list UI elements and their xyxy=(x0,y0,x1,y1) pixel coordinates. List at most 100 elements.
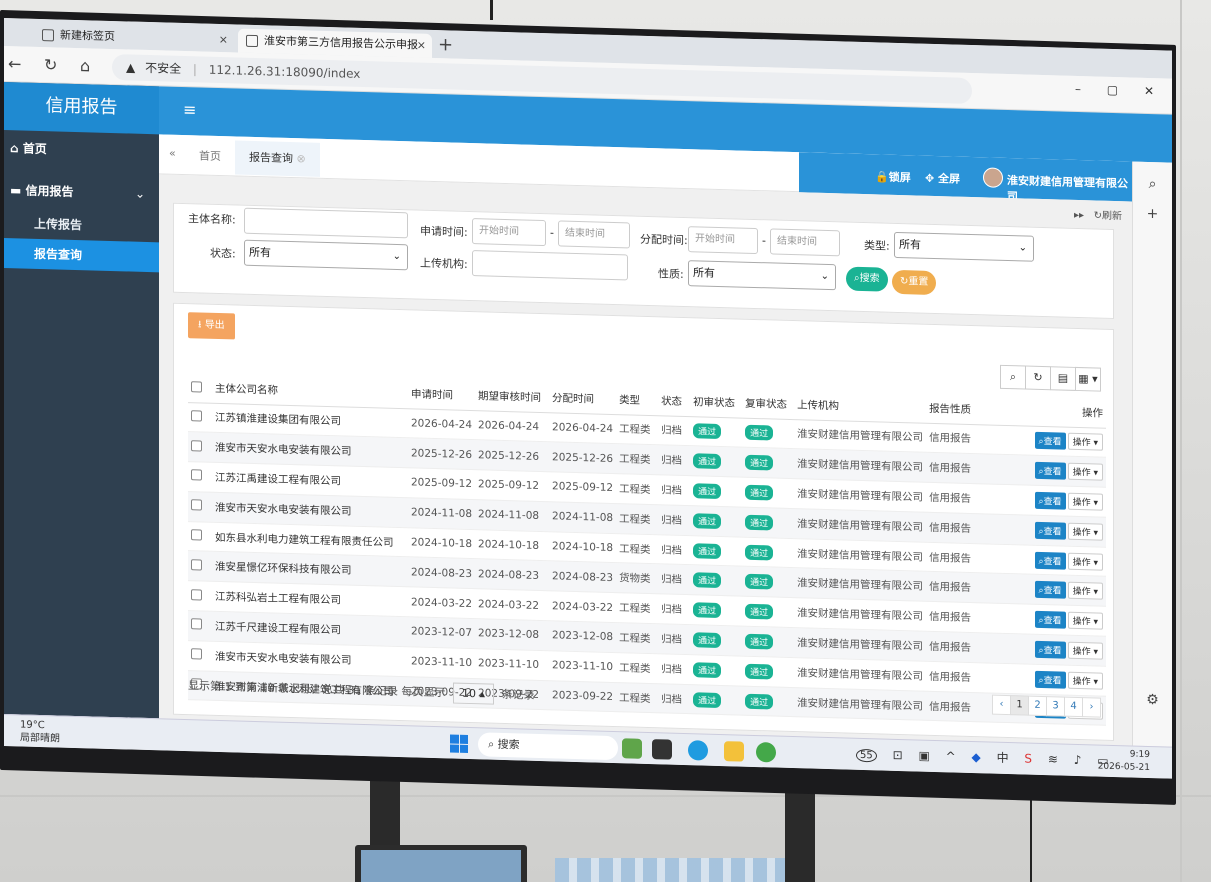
view-button[interactable]: ⌕查看 xyxy=(1034,581,1066,600)
sogou-icon[interactable]: S xyxy=(1024,752,1032,766)
file-explorer-icon[interactable] xyxy=(724,741,744,762)
status-select[interactable]: 所有 ⌄ xyxy=(244,239,408,271)
reset-button[interactable]: ↻重置 xyxy=(892,269,937,296)
edge-icon[interactable] xyxy=(688,740,708,761)
page-2[interactable]: 2 xyxy=(1028,695,1047,717)
operation-dropdown[interactable]: 操作 ▾ xyxy=(1067,582,1103,601)
close-icon[interactable]: × xyxy=(417,34,426,58)
apply-end-input[interactable]: 结束时间 xyxy=(558,220,630,249)
row-checkbox[interactable] xyxy=(191,499,202,511)
assign-start-input[interactable]: 开始时间 xyxy=(688,226,758,255)
col-report-nature[interactable]: 报告性质 xyxy=(926,394,997,425)
new-tab-icon[interactable]: + xyxy=(438,34,453,56)
start-icon[interactable] xyxy=(450,734,468,753)
nature-select[interactable]: 所有 ⌄ xyxy=(688,260,836,291)
row-checkbox[interactable] xyxy=(191,559,202,571)
reload-icon[interactable]: ↻ xyxy=(44,55,57,74)
type-select[interactable]: 所有 ⌄ xyxy=(894,231,1034,262)
col-second-review[interactable]: 复审状态 xyxy=(742,389,795,420)
row-checkbox[interactable] xyxy=(191,588,202,601)
volume-icon[interactable]: ♪ xyxy=(1074,753,1082,767)
page-next[interactable]: › xyxy=(1082,697,1101,718)
maximize-icon[interactable]: ▢ xyxy=(1107,83,1118,97)
taskbar-search[interactable]: ⌕ 搜索 xyxy=(478,732,618,761)
menu-toggle-icon[interactable]: ≡ xyxy=(183,100,196,119)
tabs-back-icon[interactable]: « xyxy=(169,147,176,160)
col-expected-time[interactable]: 期望审核时间 xyxy=(475,382,550,413)
operation-dropdown[interactable]: 操作 ▾ xyxy=(1067,552,1103,571)
task-view-icon[interactable] xyxy=(652,739,672,760)
close-icon[interactable]: ⊗ xyxy=(297,152,306,165)
settings-icon[interactable]: ⚙ xyxy=(1133,692,1172,709)
operation-dropdown[interactable]: 操作 ▾ xyxy=(1067,641,1103,660)
apply-start-input[interactable]: 开始时间 xyxy=(472,218,546,247)
snip-icon[interactable]: ⊡ xyxy=(893,748,903,762)
operation-dropdown[interactable]: 操作 ▾ xyxy=(1067,492,1103,511)
row-checkbox[interactable] xyxy=(191,529,202,541)
export-button[interactable]: ⭳ 导出 xyxy=(188,312,235,340)
view-button[interactable]: ⌕查看 xyxy=(1034,461,1066,480)
operation-dropdown[interactable]: 操作 ▾ xyxy=(1067,611,1103,630)
add-icon[interactable]: + xyxy=(1133,206,1172,223)
home-icon[interactable]: ⌂ xyxy=(80,56,90,75)
col-apply-time[interactable]: 申请时间 xyxy=(408,380,476,411)
shield-icon[interactable]: ◆ xyxy=(972,750,981,764)
close-icon[interactable]: × xyxy=(219,28,228,52)
sidebar-item-upload-report[interactable]: 上传报告 xyxy=(4,208,159,242)
lock-button[interactable]: 🔒锁屏 xyxy=(875,168,911,185)
row-checkbox[interactable] xyxy=(191,469,202,482)
fullscreen-button[interactable]: ✥ 全屏 xyxy=(925,170,960,187)
refresh-button[interactable]: ▸▸ ↻刷新 xyxy=(1074,206,1122,222)
wifi-icon[interactable]: ≋ xyxy=(1048,752,1058,766)
row-checkbox[interactable] xyxy=(191,410,202,422)
app-icon[interactable]: ▣ xyxy=(918,749,929,763)
grid-icon[interactable]: ▦ ▾ xyxy=(1075,366,1101,392)
assign-end-input[interactable]: 结束时间 xyxy=(770,228,840,257)
page-prev[interactable]: ‹ xyxy=(992,694,1011,716)
page-1[interactable]: 1 xyxy=(1010,695,1029,716)
search-icon[interactable]: ⌕ xyxy=(1133,176,1172,193)
upload-org-input[interactable] xyxy=(472,250,628,281)
weather-widget[interactable]: 19°C 局部晴朗 xyxy=(20,718,60,745)
back-icon[interactable]: ← xyxy=(8,54,21,73)
minimize-icon[interactable]: – xyxy=(1075,82,1081,96)
view-button[interactable]: ⌕查看 xyxy=(1034,432,1066,451)
refresh-icon[interactable]: ↻ xyxy=(1025,365,1051,391)
search-button[interactable]: ⌕搜索 xyxy=(846,266,888,292)
page-size-select[interactable]: 10 ▴ xyxy=(452,682,494,705)
chevron-up-icon[interactable]: ^ xyxy=(946,749,956,763)
ime-icon[interactable]: 中 xyxy=(997,751,1009,765)
col-upload-org[interactable]: 上传机构 xyxy=(794,391,927,423)
operation-dropdown[interactable]: 操作 ▾ xyxy=(1067,433,1103,452)
page-3[interactable]: 3 xyxy=(1046,696,1065,717)
row-checkbox[interactable] xyxy=(191,618,202,630)
notification-badge[interactable]: 55 xyxy=(856,748,877,763)
columns-icon[interactable]: ▤ xyxy=(1050,366,1076,391)
row-checkbox[interactable] xyxy=(191,439,202,452)
col-first-review[interactable]: 初审状态 xyxy=(690,388,743,418)
row-checkbox[interactable] xyxy=(191,648,202,660)
clock[interactable]: 9:19 2026-05-21 xyxy=(1098,748,1150,775)
view-button[interactable]: ⌕查看 xyxy=(1034,610,1066,629)
operation-dropdown[interactable]: 操作 ▾ xyxy=(1067,522,1103,541)
avatar[interactable] xyxy=(983,167,1003,188)
tab-report-query[interactable]: 报告查询 ⊗ xyxy=(235,140,320,177)
close-window-icon[interactable]: ✕ xyxy=(1144,84,1154,98)
view-button[interactable]: ⌕查看 xyxy=(1034,491,1066,510)
col-assign-time[interactable]: 分配时间 xyxy=(549,384,617,415)
operation-dropdown[interactable]: 操作 ▾ xyxy=(1067,671,1103,690)
col-type[interactable]: 类型 xyxy=(616,386,659,416)
view-button[interactable]: ⌕查看 xyxy=(1034,670,1066,689)
sidebar-item-report-query[interactable]: 报告查询 xyxy=(4,238,159,273)
sidebar-item-credit-report[interactable]: ▬ 信用报告 ⌄ xyxy=(4,172,159,212)
view-button[interactable]: ⌕查看 xyxy=(1034,551,1066,570)
page-4[interactable]: 4 xyxy=(1064,696,1083,718)
view-button[interactable]: ⌕查看 xyxy=(1034,640,1066,659)
ie-icon[interactable] xyxy=(756,742,776,763)
sidebar-item-home[interactable]: ⌂ 首页 xyxy=(4,130,159,170)
tab-home[interactable]: 首页 xyxy=(199,147,221,164)
search-icon[interactable]: ⌕ xyxy=(1000,364,1026,390)
col-status[interactable]: 状态 xyxy=(658,387,691,417)
widget-icon[interactable] xyxy=(622,738,642,759)
operation-dropdown[interactable]: 操作 ▾ xyxy=(1067,462,1103,481)
